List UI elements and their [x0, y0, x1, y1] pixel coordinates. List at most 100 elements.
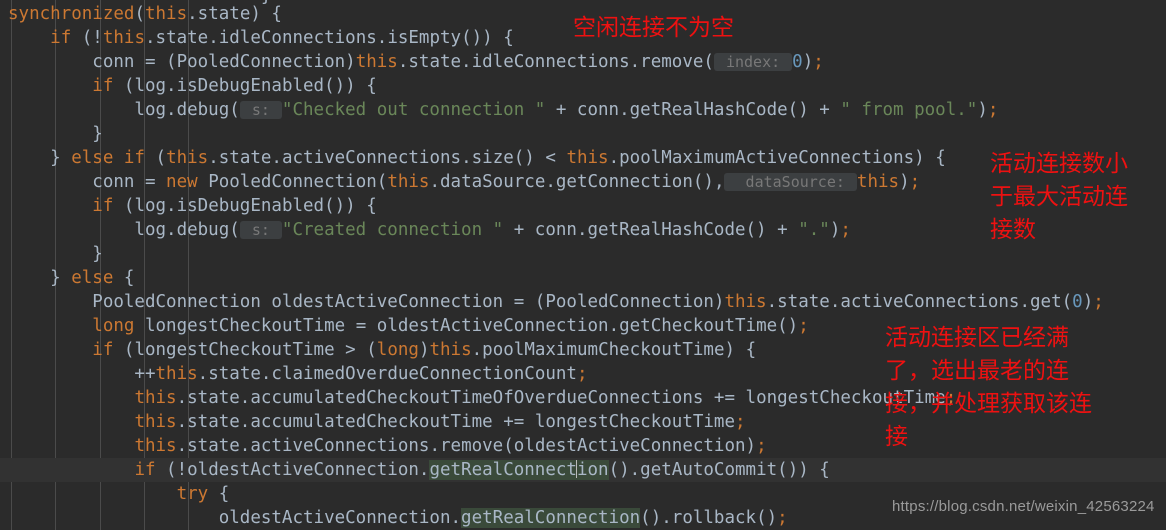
code-token: } [8, 244, 103, 264]
code-line-text: long longestCheckoutTime = oldestActiveC… [0, 314, 809, 338]
code-token: } [8, 124, 103, 144]
code-line-text: ++this.state.claimedOverdueConnectionCou… [0, 362, 588, 386]
code-token: ) [1082, 292, 1094, 312]
code-token: ; [777, 508, 788, 528]
code-token: .state.idleConnections.remove( [397, 52, 714, 72]
annotation-active-pool-full: 活动连接区已经满 了，选出最老的连 接，并处理获取该连 接 [885, 325, 1092, 450]
code-token: this [166, 148, 209, 168]
code-line-text: if (log.isDebugEnabled()) { [0, 74, 377, 98]
code-token: .state.claimedOverdueConnectionCount [197, 364, 577, 384]
code-token: .state.accumulatedCheckoutTime += longes… [176, 412, 735, 432]
code-token: { [113, 268, 135, 288]
code-token: (!oldestActiveConnection. [155, 460, 430, 480]
code-token: ) [802, 52, 814, 72]
code-line-text: conn = (PooledConnection)this.state.idle… [0, 50, 824, 74]
code-line-text: try { [0, 482, 230, 506]
code-line-text: } else { [0, 266, 134, 290]
code-token: this [155, 364, 198, 384]
code-token: if [92, 340, 114, 360]
code-token: ; [576, 364, 588, 384]
code-token: new [166, 172, 198, 192]
code-token: "." [798, 220, 830, 240]
line-else[interactable]: } else { [0, 266, 1166, 290]
code-token: .state) { [187, 4, 282, 24]
code-token: s: [239, 221, 282, 239]
line-if-autocommit[interactable]: if (!oldestActiveConnection.getRealConne… [0, 458, 1166, 482]
code-line-text: if (log.isDebugEnabled()) { [0, 194, 377, 218]
code-token: dataSource: [724, 173, 857, 191]
code-token: getRealConnection [461, 508, 641, 528]
line-conn-remove[interactable]: conn = (PooledConnection)this.state.idle… [0, 50, 1166, 74]
code-token: this [429, 340, 472, 360]
code-token: (log.isDebugEnabled()) { [113, 196, 377, 216]
line-oldest-active[interactable]: PooledConnection oldestActiveConnection … [0, 290, 1166, 314]
code-token: .state.activeConnections.remove(oldestAc… [176, 436, 757, 456]
code-token: ) [977, 100, 988, 120]
code-token: } [8, 148, 72, 168]
code-line-text: synchronized(this.state) { [0, 2, 282, 26]
code-token: ; [813, 52, 824, 72]
code-token: log.debug( [8, 100, 240, 120]
code-token: } [8, 268, 72, 288]
code-token: this [566, 148, 609, 168]
code-line-text: log.debug( s: "Created connection " + co… [0, 218, 850, 242]
code-token: this [856, 172, 900, 192]
code-token: ++ [8, 364, 156, 384]
code-token: oldestActiveConnection. [8, 508, 462, 528]
code-token: .poolMaximumCheckoutTime) { [471, 340, 757, 360]
code-token: this [102, 28, 145, 48]
code-token: ; [987, 100, 999, 120]
code-token: this [387, 172, 430, 192]
code-token: ) [829, 220, 841, 240]
code-token: longestCheckoutTime = oldestActiveConnec… [134, 316, 799, 336]
code-token: "Created connection " [281, 220, 504, 240]
code-token: ) [899, 172, 910, 192]
code-token: synchronized [8, 4, 135, 24]
code-token: (log.isDebugEnabled()) { [113, 76, 377, 96]
annotation-active-less-than-max: 活动连接数小 于最大活动连 接数 [990, 151, 1128, 243]
code-token: { [208, 484, 230, 504]
code-token: ; [1093, 292, 1104, 312]
code-token: this [144, 4, 188, 24]
code-token: ; [735, 412, 746, 432]
code-token: this [355, 52, 398, 72]
code-line-text: this.state.activeConnections.remove(olde… [0, 434, 767, 458]
code-token: .state.idleConnections.isEmpty()) { [145, 28, 514, 48]
code-line-text: oldestActiveConnection.getRealConnection… [0, 506, 788, 530]
code-line-text: if (!oldestActiveConnection.getRealConne… [0, 458, 830, 482]
code-token: ; [756, 436, 767, 456]
code-token: long [92, 316, 135, 336]
code-line-text: log.debug( s: "Checked out connection " … [0, 98, 998, 122]
code-line-text: } [0, 242, 103, 266]
code-line-text: this.state.accumulatedCheckoutTime += lo… [0, 410, 746, 434]
line-log-checked-out[interactable]: log.debug( s: "Checked out connection " … [0, 98, 1166, 122]
code-token: .state.activeConnections.get( [766, 292, 1073, 312]
code-token: index: [713, 53, 793, 71]
line-if-debug-1[interactable]: if (log.isDebugEnabled()) { [0, 74, 1166, 98]
code-token: else if [71, 148, 145, 168]
code-editor[interactable]: }synchronized(this.state) { if (!this.st… [0, 0, 1166, 530]
code-token: ; [798, 316, 809, 336]
code-token: ; [909, 172, 921, 192]
code-line-text: this.state.accumulatedCheckoutTimeOfOver… [0, 386, 956, 410]
code-line-text: PooledConnection oldestActiveConnection … [0, 290, 1104, 314]
line-close-brace-1[interactable]: } [0, 122, 1166, 146]
code-line-text: conn = new PooledConnection(this.dataSou… [0, 170, 920, 194]
code-token: ( [134, 4, 145, 24]
code-token: log.debug( [8, 220, 240, 240]
code-token: "Checked out connection " [281, 100, 546, 120]
code-token: this [724, 292, 767, 312]
code-token: " from pool." [840, 100, 978, 120]
code-token: this [134, 412, 177, 432]
code-token: this [134, 388, 177, 408]
code-token: (longestCheckoutTime > ( [113, 340, 377, 360]
code-line-text: if (longestCheckoutTime > (long)this.poo… [0, 338, 756, 362]
code-token: if [92, 76, 114, 96]
code-token: if [50, 28, 72, 48]
